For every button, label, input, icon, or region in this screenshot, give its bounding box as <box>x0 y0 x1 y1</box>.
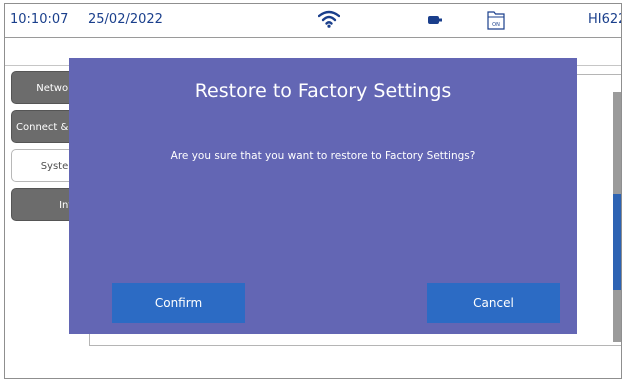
device-id: HI6221 <box>588 12 621 27</box>
confirm-button[interactable]: Confirm <box>112 283 245 323</box>
folder-icon: ON <box>487 9 505 31</box>
dialog-title: Restore to Factory Settings <box>194 80 452 102</box>
status-bar: 10:10:07 25/02/2022 ON HI6221 <box>5 4 621 38</box>
restore-dialog: Restore to Factory Settings Are you sure… <box>69 58 577 334</box>
folder-status-label: ON <box>492 22 500 28</box>
status-time: 10:10:07 <box>10 12 69 27</box>
battery-icon <box>428 16 442 24</box>
wifi-icon <box>318 10 340 28</box>
cancel-button[interactable]: Cancel <box>427 283 560 323</box>
dialog-message: Are you sure that you want to restore to… <box>170 150 476 162</box>
status-date: 25/02/2022 <box>88 12 163 27</box>
scrollbar-thumb[interactable] <box>613 194 621 290</box>
device-screen: 10:10:07 25/02/2022 ON HI6221 Network Co… <box>4 3 622 379</box>
